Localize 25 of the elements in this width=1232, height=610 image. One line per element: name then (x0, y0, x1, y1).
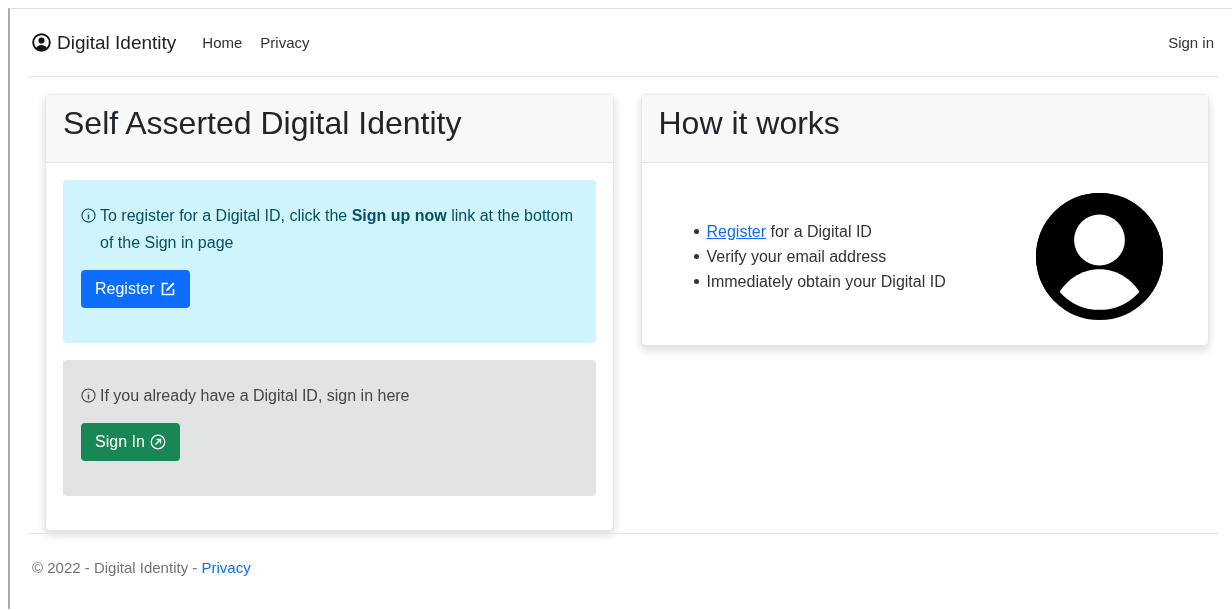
privacy-link[interactable]: Privacy (201, 559, 251, 576)
register-button[interactable]: Register (81, 270, 190, 308)
bullet-icon (693, 229, 699, 234)
list-item: Immediately obtain your Digital ID (706, 272, 946, 292)
list-item: Verify your email address (706, 247, 887, 267)
card-title: Self Asserted Digital Identity (63, 105, 463, 142)
bullet-icon (693, 279, 699, 284)
alert-text: If you already have a Digital ID, sign in here (100, 386, 410, 406)
alert-text: To register for a Digital ID, click the Sign up now link at the bottom of the Sign in page (100, 206, 575, 253)
nav-link[interactable]: Privacy (260, 34, 310, 51)
register-link[interactable]: Register (706, 223, 767, 240)
bullet-icon (693, 254, 699, 259)
sign-in-link[interactable]: Sign in (1168, 34, 1214, 51)
sign-in-button[interactable]: Sign In (81, 423, 180, 461)
user-circle-icon (32, 33, 51, 52)
info-icon (81, 208, 96, 223)
pencil-square-icon (159, 281, 176, 297)
card-title: How it works (658, 105, 841, 142)
arrow-circle-icon (149, 434, 166, 450)
nav-link[interactable]: Home (202, 34, 243, 51)
list-item: Register for a Digital ID (706, 222, 872, 242)
footer-text: © 2022 - Digital Identity - Privacy (32, 559, 251, 576)
user-avatar-icon (1036, 193, 1163, 320)
brand-name[interactable]: Digital Identity (57, 31, 177, 54)
info-icon (81, 388, 96, 403)
